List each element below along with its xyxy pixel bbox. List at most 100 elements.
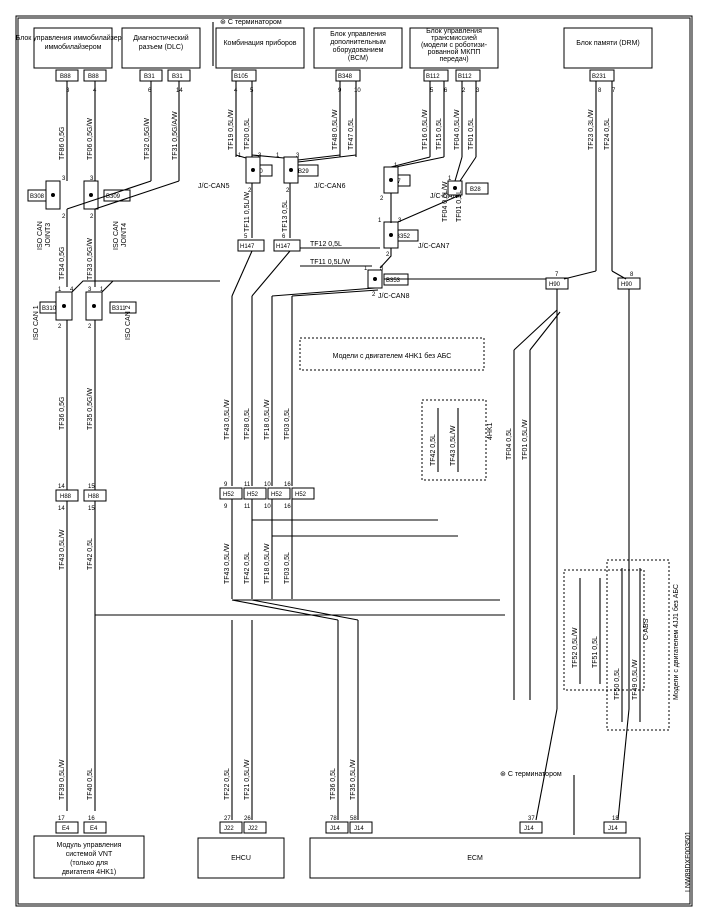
svg-text:TF51 0,5L: TF51 0,5L xyxy=(592,636,599,668)
svg-text:15: 15 xyxy=(88,506,95,512)
svg-text:H88: H88 xyxy=(88,494,100,500)
svg-text:H147: H147 xyxy=(240,244,255,250)
svg-text:J14: J14 xyxy=(524,826,534,832)
svg-text:16: 16 xyxy=(284,504,291,510)
svg-text:B348: B348 xyxy=(338,74,353,80)
svg-text:H52: H52 xyxy=(295,492,307,498)
doc-id: LNW89DXF003501 xyxy=(685,831,692,892)
svg-text:TF43 0,5L/W: TF43 0,5L/W xyxy=(59,529,66,570)
component-vnt: Модуль управления системой VNT (только д… xyxy=(34,836,144,878)
svg-text:ECM: ECM xyxy=(467,855,483,862)
svg-text:TF20 0,5L: TF20 0,5L xyxy=(244,118,251,150)
svg-text:B31: B31 xyxy=(172,74,183,80)
svg-text:27: 27 xyxy=(224,816,231,822)
svg-text:B31: B31 xyxy=(144,74,155,80)
svg-text:H52: H52 xyxy=(271,492,283,498)
svg-text:TF35 0,5G/W: TF35 0,5G/W xyxy=(87,388,94,430)
conn-B31b: B31 xyxy=(168,70,190,81)
svg-text:J/C-CAN6: J/C-CAN6 xyxy=(314,183,346,190)
svg-text:J14: J14 xyxy=(330,826,340,832)
svg-text:B105: B105 xyxy=(234,74,249,80)
svg-text:E4: E4 xyxy=(90,826,98,832)
svg-text:двигателя 4HK1): двигателя 4HK1) xyxy=(62,869,116,876)
svg-text:TF01 0,5L/W: TF01 0,5L/W xyxy=(522,419,529,460)
svg-text:Блок управления: Блок управления xyxy=(426,28,482,35)
svg-text:B88: B88 xyxy=(88,74,99,80)
svg-text:Модели с двигателем 4HK1 без А: Модели с двигателем 4HK1 без АБС xyxy=(333,352,452,360)
svg-text:B112: B112 xyxy=(426,74,440,80)
svg-text:системой VNT: системой VNT xyxy=(66,850,113,858)
svg-text:TF50 0,5L: TF50 0,5L xyxy=(614,668,621,700)
svg-text:H147: H147 xyxy=(276,244,291,250)
svg-text:26: 26 xyxy=(244,816,251,822)
svg-text:18: 18 xyxy=(612,816,619,822)
svg-text:дополнительным: дополнительным xyxy=(330,39,386,46)
svg-text:C-ABS: C-ABS xyxy=(643,618,650,640)
svg-text:Блок управления иммобилайзером: Блок управления иммобилайзером xyxy=(16,34,131,42)
svg-text:17: 17 xyxy=(58,816,65,822)
svg-text:оборудованием: оборудованием xyxy=(333,46,384,54)
svg-text:TF34 0,5G: TF34 0,5G xyxy=(59,247,66,280)
conn-B31a: B31 xyxy=(140,70,162,81)
svg-text:(модели с роботизи-: (модели с роботизи- xyxy=(421,41,488,49)
svg-text:B310: B310 xyxy=(42,306,57,312)
svg-text:ISO CAN: ISO CAN xyxy=(37,221,44,250)
svg-text:TF22 0,5L: TF22 0,5L xyxy=(224,768,231,800)
svg-text:J22: J22 xyxy=(248,826,258,832)
svg-text:B88: B88 xyxy=(60,74,71,80)
svg-text:J/C-CAN8: J/C-CAN8 xyxy=(378,293,410,300)
svg-text:J14: J14 xyxy=(354,826,364,832)
svg-text:TF18 0,5L/W: TF18 0,5L/W xyxy=(264,399,271,440)
svg-text:Модуль управления: Модуль управления xyxy=(57,842,122,849)
svg-text:TF16 0,5L/W: TF16 0,5L/W xyxy=(422,109,429,150)
conn-B231: B231 xyxy=(590,70,614,81)
svg-text:16: 16 xyxy=(284,482,291,488)
svg-text:TF11 0,5L/W: TF11 0,5L/W xyxy=(310,259,350,266)
conn-B88b: B88 xyxy=(84,70,106,81)
svg-text:16: 16 xyxy=(88,816,95,822)
svg-text:TF28 0,5L: TF28 0,5L xyxy=(244,408,251,440)
svg-text:JOINT4: JOINT4 xyxy=(121,223,128,247)
svg-text:11: 11 xyxy=(244,504,251,510)
svg-text:J14: J14 xyxy=(608,826,618,832)
conn-B88a: B88 xyxy=(56,70,78,81)
component-tcu: Блок управления трансмиссией (модели с р… xyxy=(410,28,498,68)
svg-text:78: 78 xyxy=(330,816,337,822)
svg-text:JOINT3: JOINT3 xyxy=(45,223,52,247)
svg-text:TF03 0,5L: TF03 0,5L xyxy=(284,552,291,584)
svg-text:B28: B28 xyxy=(470,187,481,193)
svg-text:Блок памяти (DRM): Блок памяти (DRM) xyxy=(576,40,640,47)
svg-text:TF42 0,5L: TF42 0,5L xyxy=(87,538,94,570)
svg-text:14: 14 xyxy=(58,484,65,490)
svg-text:B308: B308 xyxy=(30,194,45,200)
svg-text:TF86 0,5G: TF86 0,5G xyxy=(59,127,66,160)
svg-text:J/C-CAN5: J/C-CAN5 xyxy=(198,183,230,190)
svg-text:TF03 0,5L: TF03 0,5L xyxy=(284,408,291,440)
svg-text:H90: H90 xyxy=(549,282,561,288)
component-bcm: Блок управления дополнительным оборудова… xyxy=(314,28,402,68)
svg-text:TF48 0,5L/W: TF48 0,5L/W xyxy=(332,109,339,150)
component-cluster: Комбинация приборов xyxy=(216,28,304,68)
component-drm: Блок памяти (DRM) xyxy=(564,28,652,68)
svg-text:иммобилайзером: иммобилайзером xyxy=(45,43,102,51)
svg-text:TF42 0,5L: TF42 0,5L xyxy=(430,434,437,466)
conn-B112b: B112 xyxy=(456,70,480,81)
svg-text:TF36 0,5G: TF36 0,5G xyxy=(59,397,66,430)
conn-B348: B348 xyxy=(336,70,360,81)
svg-text:TF23 0,3L/W: TF23 0,3L/W xyxy=(588,109,595,150)
svg-text:14: 14 xyxy=(176,88,183,94)
svg-text:TF11 0,5L/W: TF11 0,5L/W xyxy=(244,192,251,232)
svg-text:TF19 0,5L/W: TF19 0,5L/W xyxy=(228,109,235,150)
svg-text:передач): передач) xyxy=(439,56,468,63)
svg-text:TF36 0,5L: TF36 0,5L xyxy=(330,768,337,800)
svg-text:трансмиссией: трансмиссией xyxy=(431,34,477,42)
svg-text:10: 10 xyxy=(264,504,271,510)
svg-text:TF43 0,5L/W: TF43 0,5L/W xyxy=(450,425,457,466)
svg-text:TF39 0,5L/W: TF39 0,5L/W xyxy=(59,759,66,800)
svg-text:TF18 0,5L/W: TF18 0,5L/W xyxy=(264,543,271,584)
svg-text:разъем (DLC): разъем (DLC) xyxy=(139,44,183,51)
svg-text:(BCM): (BCM) xyxy=(348,55,368,62)
svg-text:14: 14 xyxy=(58,506,65,512)
svg-text:H90: H90 xyxy=(621,282,633,288)
svg-text:⊛ С терминатором: ⊛ С терминатором xyxy=(500,771,562,778)
